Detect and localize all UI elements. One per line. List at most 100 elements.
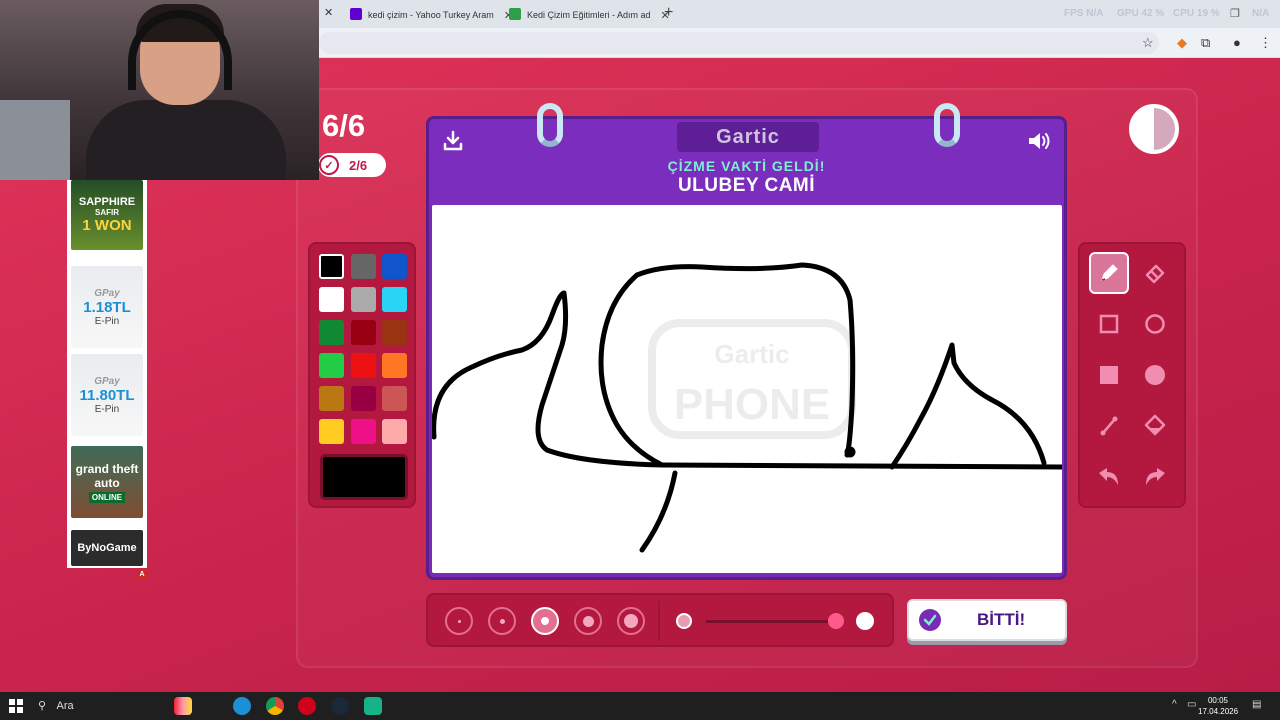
opacity-slider-handle[interactable]	[828, 613, 844, 629]
rectangle-filled-icon	[1100, 366, 1118, 384]
app-icon[interactable]	[364, 697, 382, 715]
tab-favicon-icon	[509, 8, 521, 20]
color-swatch[interactable]	[351, 386, 376, 411]
ad-bynogame[interactable]: ByNoGame	[71, 530, 143, 566]
clock-date: 17.04.2026	[1198, 707, 1239, 716]
ram-readout: N/A	[1252, 8, 1270, 19]
color-swatch[interactable]	[382, 353, 407, 378]
tab-title: kedi çizim - Yahoo Turkey Aram	[368, 10, 494, 20]
ellipse-outline-tool-button[interactable]	[1135, 303, 1175, 345]
tulips-widget-icon[interactable]	[174, 697, 192, 715]
color-swatch[interactable]	[351, 320, 376, 345]
check-icon	[919, 609, 941, 631]
brush-dot-icon	[541, 617, 549, 625]
fill-bucket-tool-button[interactable]	[1135, 405, 1175, 447]
color-swatch[interactable]	[382, 419, 407, 444]
steam-icon[interactable]	[331, 697, 349, 715]
brush-dot-icon	[457, 619, 461, 623]
check-icon: ✓	[319, 155, 339, 175]
color-swatch[interactable]	[382, 254, 407, 279]
ad-subtitle: ONLINE	[88, 491, 126, 503]
gpu-readout: GPU 42 %	[1117, 8, 1165, 19]
tray-chevron-icon[interactable]: ^	[1172, 699, 1177, 710]
taskbar-clock[interactable]: 00:05 17.04.2026	[1198, 695, 1238, 717]
round-counter: 6/6	[322, 108, 366, 143]
rectangle-outline-tool-button[interactable]	[1089, 303, 1129, 345]
ad-gta[interactable]: grand theft auto ONLINE	[71, 446, 143, 518]
rectangle-filled-tool-button[interactable]	[1089, 354, 1129, 396]
windows-start-icon[interactable]	[9, 699, 23, 713]
ad-gpay-2[interactable]: GPay 11.80TL E-Pin	[71, 354, 143, 436]
redo-button[interactable]	[1135, 456, 1175, 498]
brush-dot-icon	[499, 618, 505, 624]
bookmark-star-icon[interactable]: ☆	[1142, 35, 1154, 51]
cpu-readout: CPU 19 %	[1173, 8, 1220, 19]
color-swatch[interactable]	[351, 254, 376, 279]
ad-brand: GPay	[94, 287, 120, 299]
close-tab-icon[interactable]: ✕	[324, 6, 333, 19]
tab-yahoo[interactable]: kedi çizim - Yahoo Turkey Aram ✕	[344, 4, 513, 26]
ad-title: ByNoGame	[77, 542, 137, 554]
edge-browser-icon[interactable]	[233, 697, 251, 715]
color-swatch[interactable]	[319, 353, 344, 378]
url-input[interactable]	[319, 32, 1159, 54]
color-swatch[interactable]	[351, 287, 376, 312]
prompt-word: ULUBEY CAMİ	[677, 175, 816, 196]
pencil-tool-button[interactable]	[1089, 252, 1129, 294]
drawing-canvas[interactable]: Gartic PHONE	[432, 205, 1062, 573]
opacity-slider[interactable]	[706, 620, 836, 623]
color-swatch[interactable]	[319, 419, 344, 444]
notification-icon[interactable]: ▤	[1252, 699, 1261, 710]
new-tab-icon[interactable]: +	[664, 4, 673, 22]
color-swatch[interactable]	[319, 254, 344, 279]
brush-size-2-button[interactable]	[488, 607, 516, 635]
binder-ring-icon	[537, 103, 563, 147]
color-swatch[interactable]	[319, 386, 344, 411]
color-swatch[interactable]	[319, 320, 344, 345]
color-swatch[interactable]	[319, 287, 344, 312]
profile-icon[interactable]: ●	[1233, 35, 1241, 50]
ad-gpay-1[interactable]: GPay 1.18TL E-Pin	[71, 266, 143, 348]
done-button[interactable]: BİTTİ!	[907, 599, 1067, 641]
network-icon[interactable]: ▭	[1187, 699, 1196, 710]
circle-outline-icon	[1145, 314, 1165, 334]
gartic-phone-watermark: Gartic PHONE	[648, 319, 856, 439]
tab-title: Kedi Çizim Eğitimleri - Adım ad	[527, 10, 651, 20]
color-swatch[interactable]	[351, 353, 376, 378]
color-swatch[interactable]	[382, 320, 407, 345]
tab-kedi-cizim[interactable]: Kedi Çizim Eğitimleri - Adım ad ✕	[503, 4, 670, 26]
eraser-tool-button[interactable]	[1135, 252, 1175, 294]
line-tool-button[interactable]	[1089, 405, 1129, 447]
menu-kebab-icon[interactable]: ⋮	[1259, 35, 1272, 51]
sound-icon[interactable]	[1026, 129, 1052, 153]
brush-size-1-button[interactable]	[445, 607, 473, 635]
eraser-icon	[1145, 264, 1165, 284]
contrast-toggle-button[interactable]	[1129, 104, 1179, 154]
ad-price: 1 WON	[82, 217, 132, 234]
taskbar-search[interactable]: ⚲ Ara	[38, 699, 74, 712]
color-palette	[308, 242, 416, 508]
extension-icon[interactable]: ◆	[1177, 35, 1187, 51]
ellipse-filled-tool-button[interactable]	[1135, 354, 1175, 396]
restore-window-icon[interactable]: ❐	[1230, 7, 1240, 20]
done-button-label: BİTTİ!	[977, 610, 1026, 629]
color-swatch[interactable]	[351, 419, 376, 444]
ad-sidebar: SAPPHIRE SAFIR 1 WON GPay 1.18TL E-Pin G…	[67, 180, 147, 568]
chrome-browser-icon[interactable]	[266, 697, 284, 715]
download-icon[interactable]	[441, 129, 465, 153]
undo-button[interactable]	[1089, 456, 1129, 498]
ad-subtitle: E-Pin	[94, 315, 120, 327]
color-swatch[interactable]	[382, 287, 407, 312]
brush-size-3-button[interactable]	[531, 607, 559, 635]
brush-size-4-button[interactable]	[574, 607, 602, 635]
brush-size-5-button[interactable]	[617, 607, 645, 635]
opera-browser-icon[interactable]	[298, 697, 316, 715]
search-label: Ara	[56, 700, 74, 712]
color-swatch[interactable]	[382, 386, 407, 411]
paint-bucket-icon	[1144, 414, 1166, 436]
extensions-puzzle-icon[interactable]: ⧉	[1201, 35, 1210, 51]
ad-brand: GPay	[94, 375, 120, 387]
ad-sapphire[interactable]: SAPPHIRE SAFIR 1 WON	[71, 180, 143, 250]
clock-time: 00:05	[1207, 696, 1229, 705]
binder-ring-icon	[934, 103, 960, 147]
